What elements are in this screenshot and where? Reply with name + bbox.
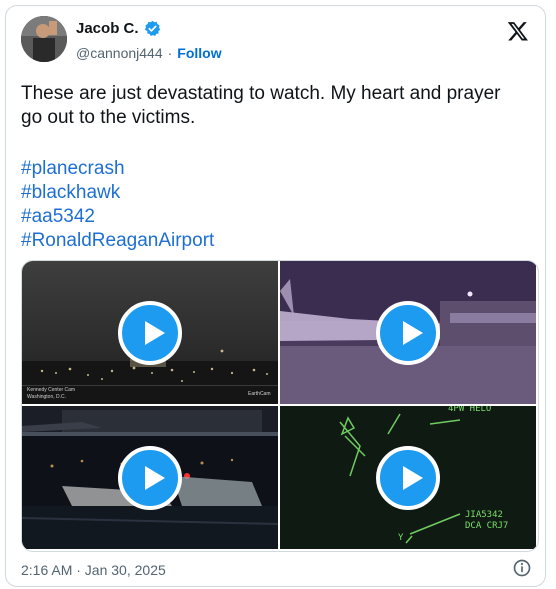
tweet-text: These are just devastating to watch. My …	[21, 83, 501, 128]
play-icon[interactable]	[118, 445, 182, 510]
hashtag-link[interactable]: #blackhawk	[21, 181, 214, 205]
author-name-row: Jacob C.	[76, 20, 161, 37]
verified-badge-icon	[144, 20, 161, 37]
play-icon[interactable]	[376, 300, 440, 365]
info-icon[interactable]	[512, 558, 532, 578]
video-thumbnail-4[interactable]: 4PW HELO JIA5342 DCA CRJ7 Y	[280, 406, 536, 549]
hashtag-list: #planecrash #blackhawk #aa5342 #RonaldRe…	[21, 157, 214, 253]
radar-flight-label: JIA5342	[465, 510, 503, 520]
hashtag-link[interactable]: #RonaldReaganAirport	[21, 229, 214, 253]
handle[interactable]: @cannonj444	[76, 45, 163, 61]
hashtag-link[interactable]: #aa5342	[21, 205, 214, 229]
watermark-right: EarthCam	[248, 391, 271, 397]
radar-letter: Y	[398, 533, 404, 543]
video-thumbnail-1[interactable]: Kennedy Center Cam Washington, D.C. Eart…	[22, 261, 278, 404]
video-thumbnail-3[interactable]	[22, 406, 278, 549]
follow-button[interactable]: Follow	[177, 45, 221, 61]
x-logo-icon[interactable]	[507, 20, 529, 42]
display-name[interactable]: Jacob C.	[76, 20, 139, 37]
media-grid: Kennedy Center Cam Washington, D.C. Eart…	[21, 260, 539, 552]
hashtag-link[interactable]: #planecrash	[21, 157, 214, 181]
video-thumbnail-2[interactable]	[280, 261, 536, 404]
play-icon[interactable]	[118, 300, 182, 365]
watermark-left: Kennedy Center Cam	[27, 387, 76, 393]
timestamp[interactable]: 2:16 AM · Jan 30, 2025	[21, 562, 166, 578]
avatar[interactable]	[21, 16, 67, 62]
radar-aircraft-label: DCA CRJ7	[465, 521, 509, 531]
watermark-sub: Washington, D.C.	[27, 394, 66, 400]
radar-top-label: 4PW HELO	[448, 406, 492, 414]
separator: ·	[167, 45, 173, 61]
tweet-card: Jacob C. @cannonj444 · Follow These are …	[5, 5, 546, 587]
handle-row: @cannonj444 · Follow	[76, 45, 222, 61]
play-icon[interactable]	[376, 445, 440, 510]
